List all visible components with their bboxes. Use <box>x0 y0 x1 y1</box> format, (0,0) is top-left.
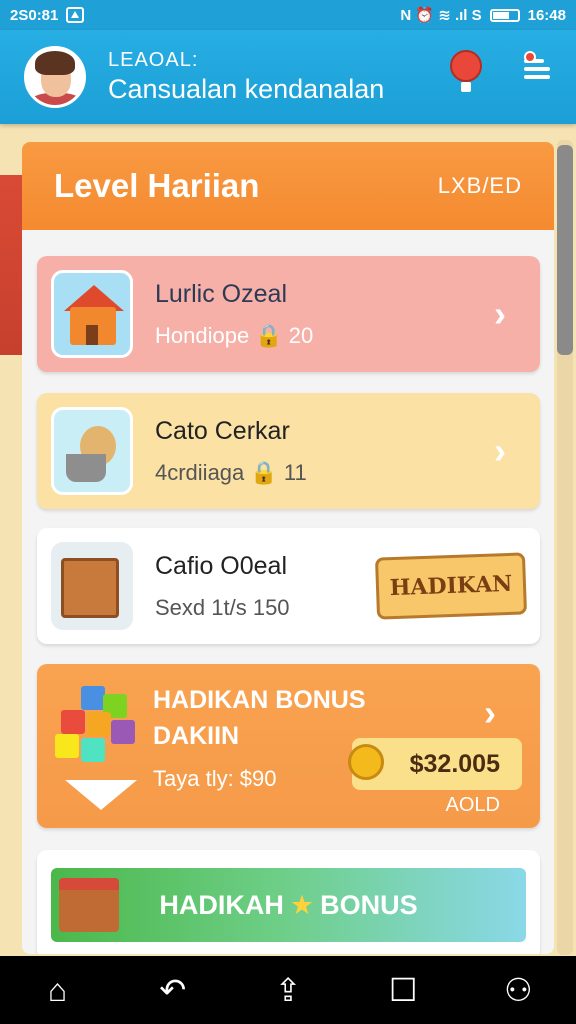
card-subtitle: 4crdiiaga 🔒 11 <box>155 459 307 485</box>
wooden-house-icon <box>51 542 133 630</box>
house-icon <box>51 270 133 358</box>
chevron-right-icon[interactable]: › <box>494 293 506 335</box>
header-label: LEAOAL: <box>108 49 199 71</box>
status-left-text: 2S0:81 <box>10 6 59 24</box>
share-icon[interactable]: ⇪ <box>258 971 318 1009</box>
bonus-text: HADIKAN BONUS DAKIIN Taya tly: $90 <box>153 682 366 792</box>
level-card-1[interactable]: Lurlic Ozeal Hondiope 🔒 20 › <box>37 256 540 372</box>
bonus-title-2: DAKIIN <box>153 722 240 750</box>
header-username: Cansualan kendanalan <box>108 74 385 104</box>
toy-blocks-icon <box>51 682 139 768</box>
bottom-nav: ⌂ ↶ ⇪ ☐ ⚇ <box>0 956 576 1024</box>
card-subtitle: Hondiope 🔒 20 <box>155 322 314 348</box>
panel-header: Level Hariian LXB/ED <box>22 142 554 230</box>
coin-stack-icon <box>348 744 384 780</box>
profile-icon[interactable]: ⚇ <box>488 971 548 1009</box>
price-value: $32.005 <box>409 749 500 778</box>
bread-pot-icon <box>51 407 133 495</box>
card-title: Cato Cerkar <box>155 416 290 445</box>
app-header: LEAOAL: Cansualan kendanalan <box>0 30 576 124</box>
bonus-banner-card[interactable]: HADIKAH ★ BONUS <box>37 850 540 954</box>
avatar[interactable] <box>24 46 86 108</box>
chevron-right-icon[interactable]: › <box>494 430 506 472</box>
level-card-2[interactable]: Cato Cerkar 4crdiiaga 🔒 11 › <box>37 393 540 509</box>
daily-level-panel: Level Hariian LXB/ED Lurlic Ozeal Hondio… <box>22 142 554 954</box>
bonus-subtitle: Taya tly: $90 <box>153 766 277 791</box>
banner-right-text: BONUS <box>320 889 418 920</box>
status-time: 16:48 <box>527 6 566 24</box>
home-icon[interactable]: ⌂ <box>28 972 88 1009</box>
chevron-right-icon[interactable]: › <box>484 692 496 734</box>
status-bar: 2S0:81 N ⏰ ≋ .ıl S 16:48 <box>0 0 576 30</box>
card-title: Cafio O0eal <box>155 551 288 580</box>
header-text: LEAOAL: Cansualan kendanalan <box>108 49 384 105</box>
bonus-card[interactable]: HADIKAN BONUS DAKIIN Taya tly: $90 › $32… <box>37 664 540 828</box>
notification-app-icon <box>66 7 85 23</box>
card-subtitle: Sexd 1t/s 150 <box>155 594 290 620</box>
background-accent <box>0 175 22 355</box>
bonus-banner[interactable]: HADIKAH ★ BONUS <box>51 868 526 942</box>
star-icon: ★ <box>289 889 315 920</box>
panel-right-label[interactable]: LXB/ED <box>438 173 522 199</box>
status-right: N ⏰ ≋ .ıl S 16:48 <box>400 6 566 25</box>
panel-title: Level Hariian <box>54 167 260 204</box>
status-left: 2S0:81 <box>10 6 85 24</box>
battery-icon <box>489 8 520 22</box>
bonus-title-1: HADIKAN BONUS <box>153 686 366 714</box>
header-icons <box>450 50 552 92</box>
level-card-3[interactable]: Cafio O0eal Sexd 1t/s 150 HADIKAN <box>37 528 540 644</box>
add-label: AOLD <box>445 794 500 816</box>
back-icon[interactable]: ↶ <box>143 971 203 1009</box>
scrollbar-thumb[interactable] <box>557 145 573 355</box>
recent-apps-icon[interactable]: ☐ <box>373 971 433 1009</box>
banner-left-text: HADIKAH <box>159 889 284 920</box>
arrow-tab-icon <box>65 780 137 810</box>
lightbulb-icon[interactable] <box>450 50 482 92</box>
menu-icon[interactable] <box>522 51 552 81</box>
card-title: Lurlic Ozeal <box>155 279 287 308</box>
reward-ribbon-button[interactable]: HADIKAN <box>374 552 528 620</box>
price-button[interactable]: $32.005 <box>348 738 522 790</box>
status-indicators: N ⏰ ≋ .ıl S <box>400 7 482 24</box>
shop-icon <box>59 878 119 932</box>
